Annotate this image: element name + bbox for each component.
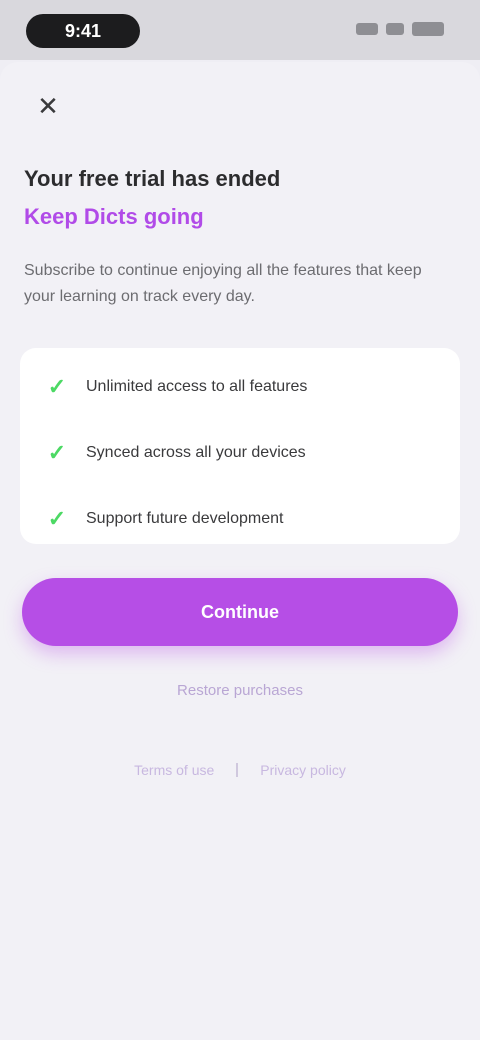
privacy-link[interactable]: Privacy policy xyxy=(260,762,346,778)
feature-text: Support future development xyxy=(86,510,284,527)
page-subtitle: Keep Dicts going xyxy=(24,204,204,229)
list-item: ✓ Support future development xyxy=(44,486,436,552)
signal-icon xyxy=(356,23,378,35)
status-time: 9:41 xyxy=(26,14,140,48)
list-item: ✓ Synced across all your devices xyxy=(44,420,436,486)
footer-links: Terms of use Privacy policy xyxy=(0,762,480,778)
terms-link[interactable]: Terms of use xyxy=(134,762,214,778)
list-item: ✓ Unlimited access to all features xyxy=(44,354,436,420)
battery-icon xyxy=(412,22,444,36)
description-text: Subscribe to continue enjoying all the f… xyxy=(24,262,422,305)
close-button[interactable]: ✕ xyxy=(28,86,68,126)
feature-list: ✓ Unlimited access to all features ✓ Syn… xyxy=(20,348,460,544)
check-icon: ✓ xyxy=(47,374,67,399)
check-icon: ✓ xyxy=(47,440,67,465)
paywall-sheet: ✕ Your free trial has ended Keep Dicts g… xyxy=(0,62,480,1040)
wifi-icon xyxy=(386,23,404,35)
close-icon: ✕ xyxy=(37,90,59,121)
status-icons xyxy=(356,22,444,36)
feature-text: Synced across all your devices xyxy=(86,444,306,461)
page-title: Your free trial has ended xyxy=(24,166,281,191)
footer-divider xyxy=(236,763,239,777)
restore-purchases-link[interactable]: Restore purchases xyxy=(0,682,480,699)
check-icon: ✓ xyxy=(47,506,67,531)
feature-text: Unlimited access to all features xyxy=(86,378,308,395)
status-bar: 9:41 xyxy=(0,0,480,60)
continue-button[interactable]: Continue xyxy=(22,578,458,646)
